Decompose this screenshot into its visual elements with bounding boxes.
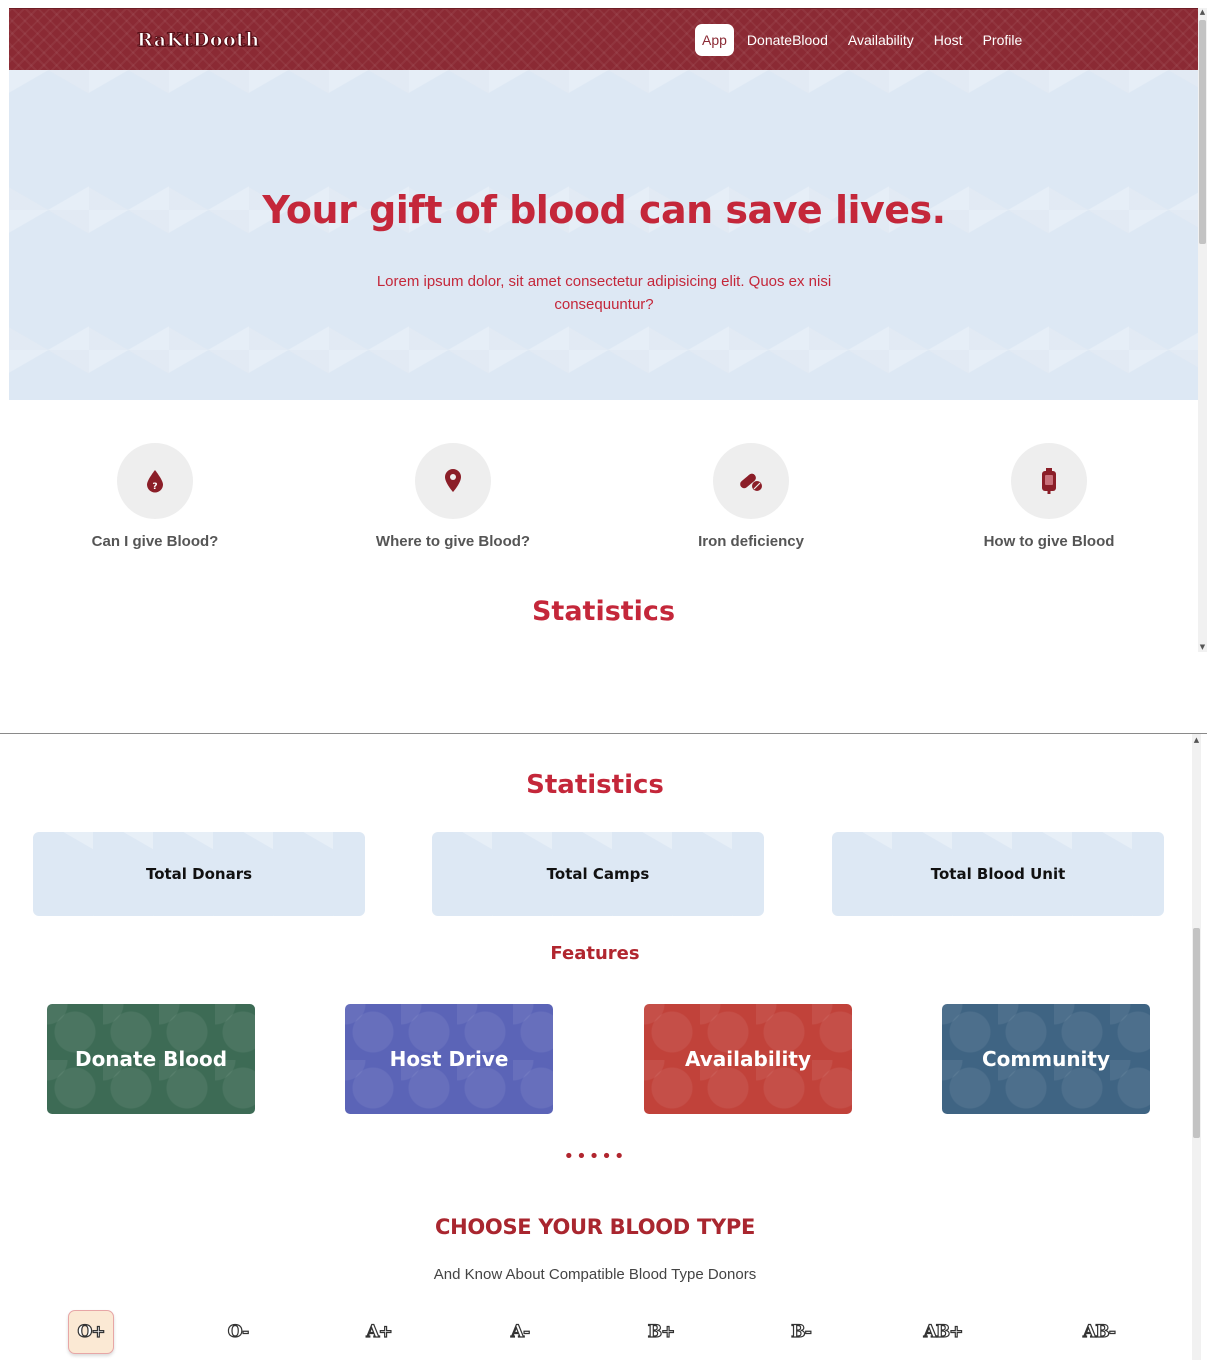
nav-link-availability[interactable]: Availability <box>841 24 921 56</box>
statistics-heading: Statistics <box>526 770 664 800</box>
feature-label: Availability <box>685 1047 811 1071</box>
scroll-down-arrow-icon[interactable]: ▼ <box>1198 643 1207 652</box>
blood-bag-icon <box>1042 468 1056 494</box>
info-label: Can I give Blood? <box>91 533 219 550</box>
info-item-can-i-give[interactable]: ? Can I give Blood? <box>25 443 285 550</box>
stat-label: Total Camps <box>546 865 650 883</box>
choose-blood-type-subtitle: And Know About Compatible Blood Type Don… <box>433 1266 757 1283</box>
stat-card-total-blood-unit: Total Blood Unit <box>832 832 1164 916</box>
divider-dots: ••••• <box>563 1146 627 1167</box>
svg-text:?: ? <box>152 482 157 492</box>
brand-logo[interactable]: RaKtDooth <box>137 29 260 52</box>
feature-card-community[interactable]: Community <box>942 1004 1150 1114</box>
info-label: Where to give Blood? <box>375 533 531 550</box>
vertical-scrollbar[interactable]: ▲ ▼ <box>1198 8 1207 652</box>
info-label: How to give Blood <box>983 533 1115 550</box>
scrollbar-thumb[interactable] <box>1199 20 1206 244</box>
info-icon-circle <box>1011 443 1087 519</box>
info-icon-circle: ? <box>117 443 193 519</box>
stat-card-total-donars: Total Donars <box>33 832 365 916</box>
navbar: RaKtDooth App DonateBlood Availability H… <box>9 8 1199 70</box>
choose-blood-type-heading: CHOOSE YOUR BLOOD TYPE <box>434 1215 756 1239</box>
stat-label: Total Blood Unit <box>930 865 1066 883</box>
info-item-iron-deficiency[interactable]: Iron deficiency <box>621 443 881 550</box>
nav-link-donateblood[interactable]: DonateBlood <box>740 24 835 56</box>
feature-card-donate-blood[interactable]: Donate Blood <box>47 1004 255 1114</box>
info-item-where-to-give[interactable]: Where to give Blood? <box>323 443 583 550</box>
feature-label: Community <box>981 1047 1111 1071</box>
scroll-up-arrow-icon[interactable]: ▲ <box>1198 8 1207 17</box>
scrollbar-thumb[interactable] <box>1193 928 1200 1138</box>
blood-type-o-negative[interactable]: O- <box>215 1310 261 1354</box>
statistics-heading: Statistics <box>531 596 676 627</box>
hero-text: Lorem ipsum dolor, sit amet consectetur … <box>376 273 832 313</box>
info-label: Iron deficiency <box>698 533 804 550</box>
info-icon-circle <box>415 443 491 519</box>
nav-link-profile[interactable]: Profile <box>976 24 1030 56</box>
blood-type-a-negative[interactable]: A- <box>497 1310 543 1354</box>
nav-link-host[interactable]: Host <box>927 24 970 56</box>
blood-type-o-positive[interactable]: O+ <box>68 1310 114 1354</box>
feature-label: Donate Blood <box>74 1047 228 1071</box>
top-viewport: RaKtDooth App DonateBlood Availability H… <box>0 0 1207 652</box>
hero-section: Your gift of blood can save lives. Lorem… <box>9 70 1199 400</box>
map-pin-icon <box>445 469 461 492</box>
blood-type-b-negative[interactable]: B- <box>778 1310 824 1354</box>
blood-type-a-positive[interactable]: A+ <box>356 1310 402 1354</box>
scroll-up-arrow-icon[interactable]: ▲ <box>1192 736 1201 745</box>
blood-type-b-positive[interactable]: B+ <box>638 1310 684 1354</box>
stat-card-total-camps: Total Camps <box>432 832 764 916</box>
hero-title: Your gift of blood can save lives. <box>262 188 946 232</box>
pills-icon <box>740 473 762 491</box>
blood-type-ab-positive[interactable]: AB+ <box>920 1310 966 1354</box>
nav-link-app[interactable]: App <box>695 24 734 56</box>
info-item-how-to-give[interactable]: How to give Blood <box>919 443 1179 550</box>
bottom-viewport: Statistics Total Donars Total Camps Tota… <box>0 733 1207 1360</box>
blood-type-ab-negative[interactable]: AB- <box>1076 1310 1122 1354</box>
nav-links: App DonateBlood Availability Host Profil… <box>695 24 1035 56</box>
feature-label: Host Drive <box>389 1047 509 1071</box>
stat-label: Total Donars <box>145 865 253 883</box>
feature-card-availability[interactable]: Availability <box>644 1004 852 1114</box>
vertical-scrollbar[interactable]: ▲ <box>1192 734 1201 1360</box>
blood-drop-question-icon: ? <box>147 470 163 493</box>
feature-card-host-drive[interactable]: Host Drive <box>345 1004 553 1114</box>
features-heading: Features <box>550 943 640 964</box>
info-icon-circle <box>713 443 789 519</box>
